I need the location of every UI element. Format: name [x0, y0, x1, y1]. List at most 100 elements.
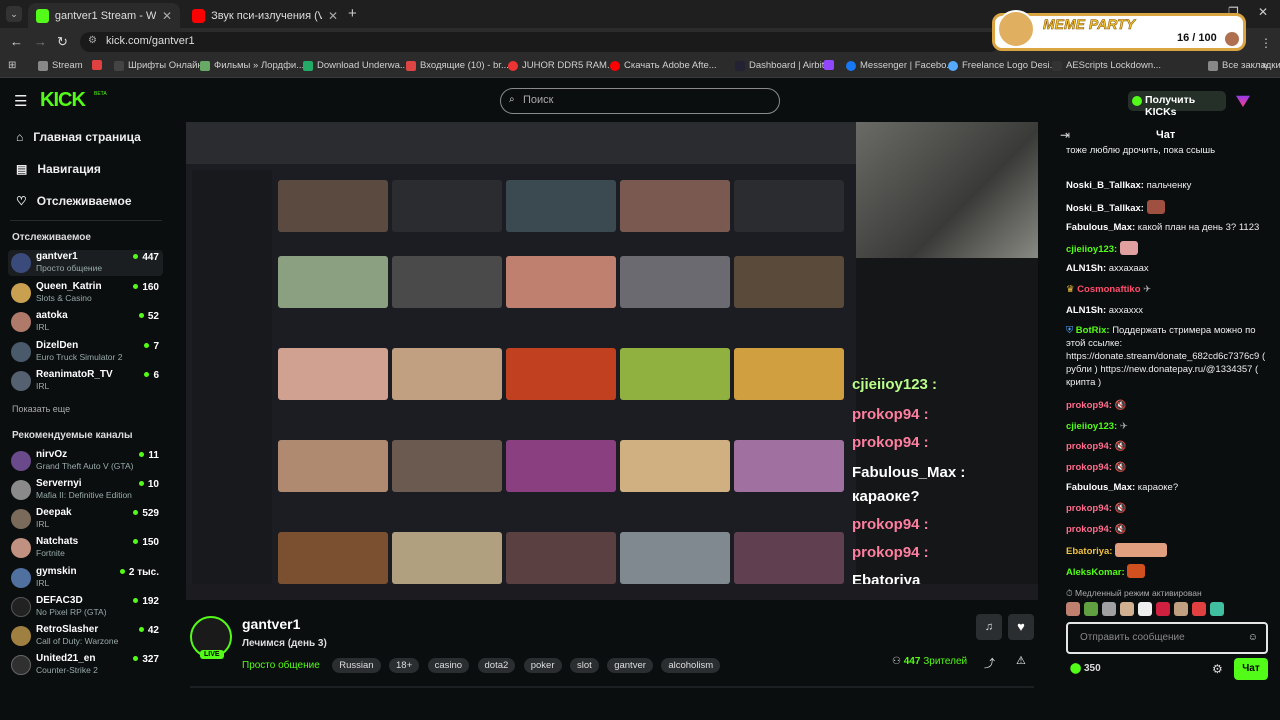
kicks-balance[interactable]: ⬤ 350 [1070, 663, 1101, 674]
apps-icon[interactable]: ⊞ [8, 60, 16, 71]
emote-icon[interactable] [1156, 602, 1170, 616]
chat-message-input[interactable]: Отправить сообщение ☺ [1066, 622, 1268, 654]
nav-browse[interactable]: ▤ Навигация [16, 162, 101, 176]
emote-icon[interactable] [1210, 602, 1224, 616]
forward-icon[interactable]: → [34, 34, 47, 49]
channel-item[interactable]: nirvOz Grand Theft Auto V (GTA) 11 [8, 448, 163, 474]
emote-icon[interactable] [1066, 602, 1080, 616]
bookmark-item[interactable]: Dashboard | Airbit [735, 60, 824, 71]
channel-item[interactable]: RetroSlasher Call of Duty: Warzone 42 [8, 623, 163, 649]
close-tab-icon[interactable]: ✕ [328, 9, 338, 23]
overlay-chat-user: prokop94 : [852, 406, 929, 423]
tag[interactable]: dota2 [477, 658, 516, 673]
bookmark-item[interactable]: Freelance Logo Desi... [948, 60, 1058, 71]
chat-settings-icon[interactable]: ⚙ [1212, 662, 1223, 676]
overlay-chat-text: караоке? [852, 488, 920, 505]
chat-message: ♛ Cosmonaftiko ✈ [1066, 284, 1152, 295]
close-window-icon[interactable]: ✕ [1258, 5, 1268, 19]
all-bookmarks[interactable]: Все закладки [1208, 60, 1280, 71]
avatar [11, 451, 31, 471]
stream-thumbnail [392, 532, 502, 584]
bookmark-favicon-icon [303, 60, 313, 71]
streamer-name[interactable]: gantver1 [242, 616, 300, 632]
channel-item[interactable]: Queen_Katrin Slots & Casino 160 [8, 280, 163, 306]
stream-thumbnail [392, 256, 502, 308]
bookmark-favicon-icon [948, 60, 958, 71]
bookmark-item[interactable] [824, 60, 834, 70]
avatar [11, 626, 31, 646]
channel-item[interactable]: DEFAC3D No Pixel RP (GTA) 192 [8, 594, 163, 620]
bookmark-item[interactable]: Шрифты Онлайн [114, 60, 203, 71]
stream-screen-capture [186, 122, 856, 600]
emote-icon[interactable] [1084, 602, 1098, 616]
emote-icon[interactable] [1192, 602, 1206, 616]
reload-icon[interactable]: ↻ [57, 34, 68, 50]
hamburger-menu-icon[interactable]: ☰ [14, 92, 27, 110]
chat-message: Ebatoriya: [1066, 543, 1266, 558]
channel-item[interactable]: aatoka IRL 52 [8, 309, 163, 335]
channel-item[interactable]: gymskin IRL 2 тыс. [8, 565, 163, 591]
nav-home[interactable]: ⌂ Главная страница [16, 130, 141, 144]
bookmark-item[interactable]: Входящие (10) - br... [406, 60, 509, 71]
bookmark-item[interactable]: JUHOR DDR5 RAM... [508, 60, 615, 71]
channel-item[interactable]: DizelDen Euro Truck Simulator 2 7 [8, 339, 163, 365]
tab-kick[interactable]: gantver1 Stream - Watch L ✕ [28, 3, 180, 28]
emote-icon[interactable] [1138, 602, 1152, 616]
bookmark-item[interactable]: Скачать Adobe Afte... [610, 60, 717, 71]
viewer-count: ⚇ 447 Зрителей [892, 656, 968, 667]
browser-menu-icon[interactable]: ⋮ [1260, 36, 1272, 50]
tag[interactable]: gantver [607, 658, 653, 673]
report-icon[interactable]: ⚠ [1016, 654, 1026, 667]
channel-item[interactable]: United21_en Counter-Strike 2 327 [8, 652, 163, 678]
tab-youtube[interactable]: Звук пси-излучения (V.1) - You ✕ [184, 3, 346, 28]
video-player[interactable]: cjieiioy123 : prokop94 : prokop94 : Fabu… [186, 122, 1038, 600]
follow-button[interactable]: ♥ [1008, 614, 1034, 640]
bookmark-item[interactable]: Stream [38, 60, 83, 71]
tab-menu-icon[interactable]: ⌄ [6, 6, 22, 22]
site-info-icon[interactable]: ⚙ [88, 35, 97, 46]
send-chat-button[interactable]: Чат [1234, 658, 1268, 680]
back-icon[interactable]: ← [10, 34, 23, 49]
meme-party-count: 16 / 100 [1177, 32, 1217, 44]
bookmark-item[interactable]: Download Underwa... [303, 60, 408, 71]
url-input[interactable]: ⚙ kick.com/gantver1 [80, 32, 1000, 52]
browser-more-icon[interactable]: » [1262, 60, 1268, 71]
tag[interactable]: slot [569, 658, 599, 673]
channel-item[interactable]: Servernyi Mafia II: Definitive Edition 1… [8, 477, 163, 503]
channel-item[interactable]: ReanimatoR_TV IRL 6 [8, 368, 163, 394]
tag[interactable]: 18+ [389, 658, 420, 673]
bookmark-item[interactable]: Фильмы » Лордфи... [200, 60, 304, 71]
get-kicks-button[interactable]: Получить KICKs [1128, 91, 1226, 118]
nav-following[interactable]: ♡ Отслеживаемое [16, 194, 132, 208]
channel-item[interactable]: gantver1 Просто общение 447 [8, 250, 163, 276]
emote-icon[interactable] [1102, 602, 1116, 616]
divider [10, 220, 162, 221]
kicks-icon: ⬤ [1070, 663, 1082, 674]
tag[interactable]: casino [427, 658, 470, 673]
close-tab-icon[interactable]: ✕ [162, 9, 172, 23]
bookmark-item[interactable]: Messenger | Facebo... [846, 60, 954, 71]
notification-button[interactable]: ♫ [976, 614, 1002, 640]
rocket-icon: ✈ [1119, 421, 1128, 432]
stream-thumbnail [620, 180, 730, 232]
new-tab-icon[interactable]: + [348, 5, 357, 22]
emote-icon[interactable] [1174, 602, 1188, 616]
tag[interactable]: alcoholism [661, 658, 721, 673]
collapse-chat-icon[interactable]: ⇥ [1060, 128, 1070, 142]
emote-icon[interactable] [1120, 602, 1134, 616]
search-placeholder: Поиск [523, 94, 554, 106]
stream-thumbnail [734, 440, 844, 492]
user-badge-icon[interactable] [1236, 95, 1250, 107]
tag[interactable]: poker [523, 658, 562, 673]
bookmark-item[interactable] [92, 60, 102, 70]
category-link[interactable]: Просто общение [242, 660, 320, 671]
search-input[interactable]: ⌕ Поиск [500, 88, 780, 114]
share-icon[interactable]: ⤴ [984, 655, 995, 671]
emoji-picker-icon[interactable]: ☺ [1248, 632, 1258, 643]
channel-item[interactable]: Deepak IRL 529 [8, 506, 163, 532]
channel-item[interactable]: Natchats Fortnite 150 [8, 535, 163, 561]
tag[interactable]: Russian [332, 658, 381, 673]
kick-logo[interactable]: KICK [40, 89, 86, 112]
bookmark-item[interactable]: AEScripts Lockdown... [1052, 60, 1161, 71]
show-more-link[interactable]: Показать еще [12, 404, 70, 414]
